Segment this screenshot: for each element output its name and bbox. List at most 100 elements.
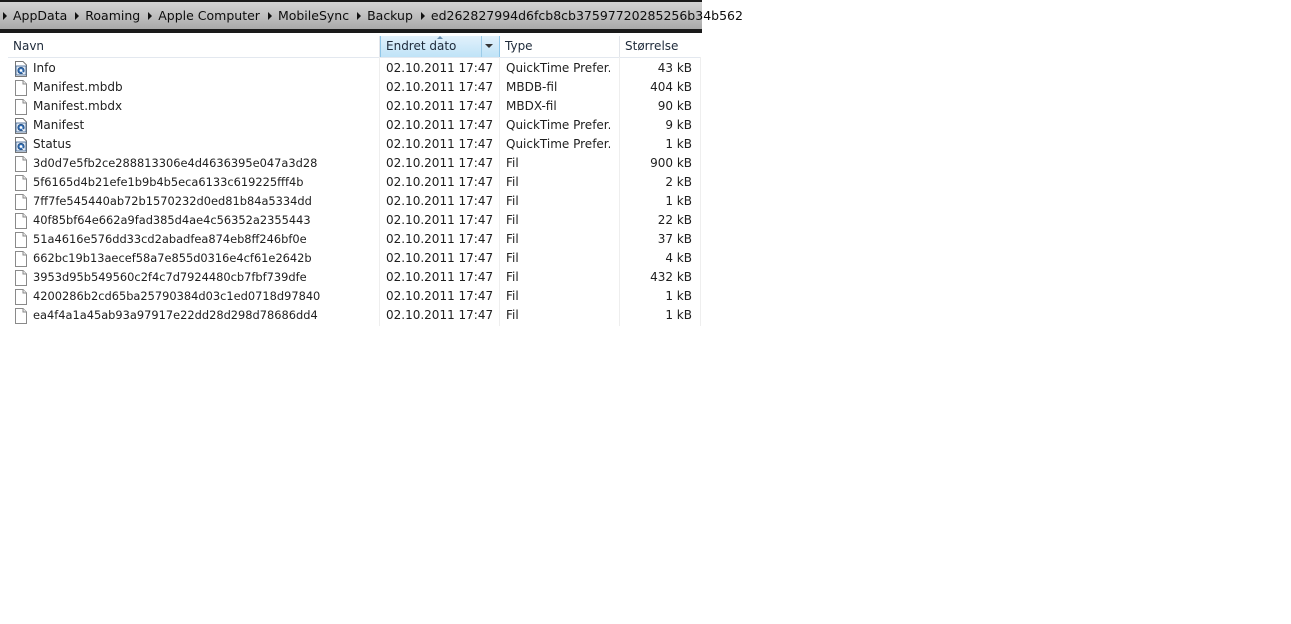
file-size: 432 kB [650,270,692,284]
file-size: 900 kB [650,156,692,170]
file-row[interactable]: 51a4616e576dd33cd2abadfea874eb8ff246bf0e… [8,230,701,249]
breadcrumb-separator-arrow-icon[interactable] [148,11,153,20]
file-type: Fil [506,194,519,208]
file-type: Fil [506,308,519,322]
column-header-date-label: Endret dato [386,39,457,53]
file-row[interactable]: 4200286b2cd65ba25790384d03c1ed0718d97840… [8,287,701,306]
file-name-cell: 3d0d7e5fb2ce288813306e4d4636395e047a3d28 [14,154,374,173]
file-type: MBDX-fil [506,99,557,113]
column-header-type[interactable]: Type [500,36,620,57]
breadcrumb-item-backup[interactable]: Backup [367,8,413,23]
file-name-cell: 40f85bf64e662a9fad385d4ae4c56352a2355443 [14,211,374,230]
file-row[interactable]: Manifest.mbdx 02.10.2011 17:47 MBDX-fil 90 … [8,97,701,116]
file-type: Fil [506,251,519,265]
file-row[interactable]: 3d0d7e5fb2ce288813306e4d4636395e047a3d28… [8,154,701,173]
file-date-modified: 02.10.2011 17:47 [386,308,494,322]
file-row[interactable]: Manifest.mbdb 02.10.2011 17:47 MBDB-fil 404… [8,78,701,97]
breadcrumb-item-roaming[interactable]: Roaming [85,8,140,23]
file-row[interactable]: 7ff7fe545440ab72b1570232d0ed81b84a5334dd… [8,192,701,211]
blank-file-icon [14,79,33,96]
file-date-modified: 02.10.2011 17:47 [386,118,494,132]
file-list: Info 02.10.2011 17:47 QuickTime Prefer... 4… [8,59,701,325]
file-date-modified: 02.10.2011 17:47 [386,175,494,189]
file-name-cell: ea4f4a1a45ab93a97917e22dd28d298d78686dd4 [14,306,374,325]
file-type: QuickTime Prefer... [506,118,610,132]
file-name-cell: 5f6165d4b21efe1b9b4b5eca6133c619225fff4b [14,173,374,192]
breadcrumb-item-apple-computer[interactable]: Apple Computer [158,8,260,23]
file-name-cell: 662bc19b13aecef58a7e855d0316e4cf61e2642b [14,249,374,268]
file-type: MBDB-fil [506,80,558,94]
file-date-modified: 02.10.2011 17:47 [386,61,494,75]
file-date-modified: 02.10.2011 17:47 [386,99,494,113]
quicktime-plist-icon [14,136,33,153]
file-name: Info [33,61,56,75]
file-name: ea4f4a1a45ab93a97917e22dd28d298d78686dd4 [33,308,318,322]
file-row[interactable]: Status 02.10.2011 17:47 QuickTime Prefer..… [8,135,701,154]
blank-file-icon [14,269,33,286]
column-header-name[interactable]: Navn [8,36,380,57]
file-row[interactable]: 5f6165d4b21efe1b9b4b5eca6133c619225fff4b… [8,173,701,192]
explorer-window: AppData Roaming Apple Computer MobileSyn… [0,0,743,326]
file-date-modified: 02.10.2011 17:47 [386,156,494,170]
file-name-cell: 7ff7fe545440ab72b1570232d0ed81b84a5334dd [14,192,374,211]
file-row[interactable]: ea4f4a1a45ab93a97917e22dd28d298d78686dd4… [8,306,701,325]
file-row[interactable]: 662bc19b13aecef58a7e855d0316e4cf61e2642b… [8,249,701,268]
breadcrumb-separator-arrow-icon[interactable] [420,11,425,20]
file-date-modified: 02.10.2011 17:47 [386,289,494,303]
file-type: QuickTime Prefer... [506,137,610,151]
file-name: 51a4616e576dd33cd2abadfea874eb8ff246bf0e [33,232,307,246]
file-date-modified: 02.10.2011 17:47 [386,137,494,151]
column-header-size[interactable]: Størrelse [620,36,701,57]
file-name-cell: Info [14,59,374,78]
file-name-cell: 51a4616e576dd33cd2abadfea874eb8ff246bf0e [14,230,374,249]
file-name: 7ff7fe545440ab72b1570232d0ed81b84a5334dd [33,194,312,208]
breadcrumb-item-mobilesync[interactable]: MobileSync [278,8,349,23]
breadcrumb-separator-arrow-icon[interactable] [75,11,80,20]
file-name-cell: Manifest.mbdx [14,97,374,116]
file-size: 37 kB [657,232,692,246]
blank-file-icon [14,288,33,305]
breadcrumb: AppData Roaming Apple Computer MobileSyn… [0,2,743,29]
file-size: 4 kB [665,251,692,265]
file-date-modified: 02.10.2011 17:47 [386,194,494,208]
file-row[interactable]: Manifest 02.10.2011 17:47 QuickTime Prefer… [8,116,701,135]
file-type: Fil [506,175,519,189]
file-name: Status [33,137,72,151]
file-name: 4200286b2cd65ba25790384d03c1ed0718d97840 [33,289,321,303]
file-row[interactable]: 3953d95b549560c2f4c7d7924480cb7fbf739dfe… [8,268,701,287]
file-size: 1 kB [665,289,692,303]
file-name: 3953d95b549560c2f4c7d7924480cb7fbf739dfe [33,270,307,284]
breadcrumb-separator-arrow-icon[interactable] [357,11,362,20]
blank-file-icon [14,98,33,115]
file-date-modified: 02.10.2011 17:47 [386,232,494,246]
file-name-cell: Status [14,135,374,154]
file-date-modified: 02.10.2011 17:47 [386,80,494,94]
file-size: 404 kB [650,80,692,94]
file-name: Manifest [33,118,85,132]
quicktime-plist-icon [14,60,33,77]
file-row[interactable]: 40f85bf64e662a9fad385d4ae4c56352a2355443… [8,211,701,230]
blank-file-icon [14,155,33,172]
blank-file-icon [14,193,33,210]
file-size: 90 kB [657,99,692,113]
breadcrumb-item-appdata[interactable]: AppData [13,8,67,23]
blank-file-icon [14,307,33,324]
column-filter-dropdown-icon[interactable] [481,36,496,57]
file-date-modified: 02.10.2011 17:47 [386,270,494,284]
blank-file-icon [14,231,33,248]
sort-ascending-icon [437,36,443,39]
column-header-date-modified[interactable]: Endret dato [380,36,500,57]
file-size: 43 kB [657,61,692,75]
breadcrumb-item-backup-folder[interactable]: ed262827994d6fcb8cb37597720285256b34b562 [431,8,743,23]
file-size: 22 kB [657,213,692,227]
file-name-cell: Manifest.mbdb [14,78,374,97]
breadcrumb-root-arrow-icon[interactable] [3,11,7,20]
file-type: Fil [506,270,519,284]
file-date-modified: 02.10.2011 17:47 [386,213,494,227]
file-name: 662bc19b13aecef58a7e855d0316e4cf61e2642b [33,251,312,265]
address-bar[interactable]: AppData Roaming Apple Computer MobileSyn… [0,0,743,33]
file-size: 2 kB [665,175,692,189]
file-row[interactable]: Info 02.10.2011 17:47 QuickTime Prefer... 4… [8,59,701,78]
file-size: 1 kB [665,194,692,208]
breadcrumb-separator-arrow-icon[interactable] [267,11,272,20]
